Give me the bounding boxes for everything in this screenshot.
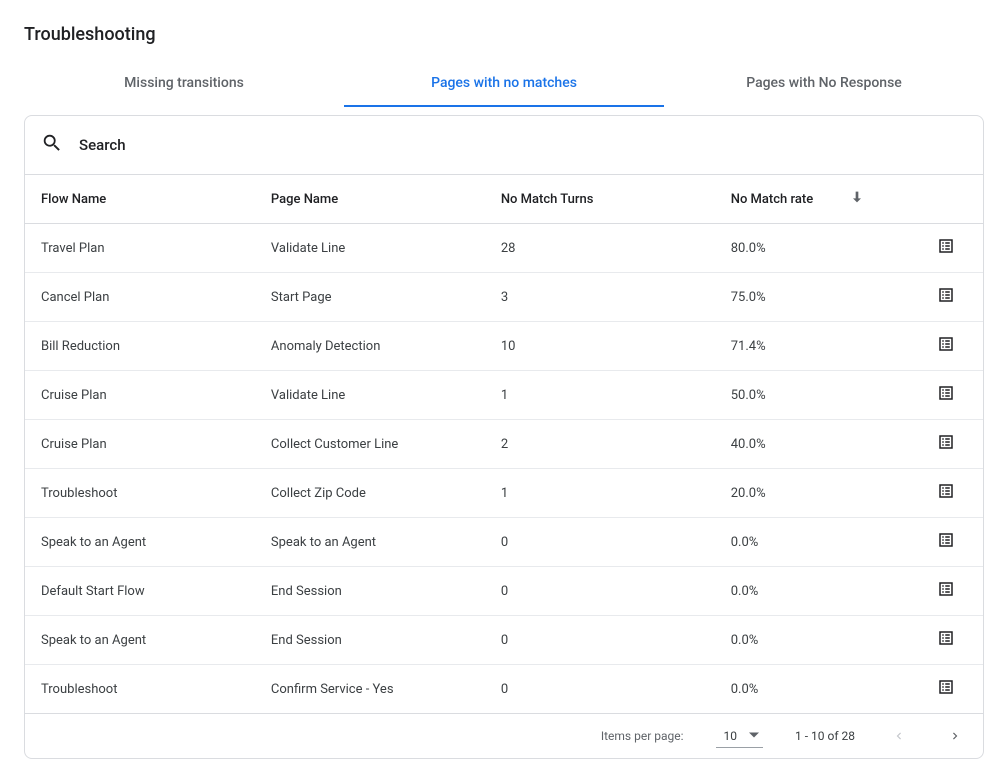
view-details-icon[interactable] bbox=[937, 237, 955, 255]
data-table: Flow Name Page Name No Match Turns No Ma… bbox=[25, 175, 983, 714]
view-details-icon[interactable] bbox=[937, 286, 955, 304]
cell-turns: 0 bbox=[485, 518, 715, 567]
search-bar[interactable]: Search bbox=[25, 116, 983, 175]
cell-action bbox=[906, 518, 983, 567]
cell-action bbox=[906, 420, 983, 469]
cell-action bbox=[906, 469, 983, 518]
column-header-rate[interactable]: No Match rate bbox=[715, 175, 907, 224]
pagination-range: 1 - 10 of 28 bbox=[795, 729, 855, 743]
table-row: TroubleshootCollect Zip Code120.0% bbox=[25, 469, 983, 518]
view-details-icon[interactable] bbox=[937, 433, 955, 451]
cell-flow: Default Start Flow bbox=[25, 567, 255, 616]
cell-rate: 20.0% bbox=[715, 469, 907, 518]
items-per-page-label: Items per page: bbox=[601, 729, 684, 743]
cell-flow: Cancel Plan bbox=[25, 273, 255, 322]
column-header-action bbox=[906, 175, 983, 224]
tab-missing-transitions[interactable]: Missing transitions bbox=[24, 61, 344, 107]
view-details-icon[interactable] bbox=[937, 531, 955, 549]
cell-page: End Session bbox=[255, 616, 485, 665]
cell-page: Collect Zip Code bbox=[255, 469, 485, 518]
cell-page: Start Page bbox=[255, 273, 485, 322]
cell-page: Confirm Service - Yes bbox=[255, 665, 485, 714]
view-details-icon[interactable] bbox=[937, 335, 955, 353]
view-details-icon[interactable] bbox=[937, 580, 955, 598]
cell-rate: 71.4% bbox=[715, 322, 907, 371]
cell-rate: 0.0% bbox=[715, 518, 907, 567]
cell-action bbox=[906, 224, 983, 273]
search-icon bbox=[41, 132, 63, 158]
cell-action bbox=[906, 322, 983, 371]
cell-page: Collect Customer Line bbox=[255, 420, 485, 469]
cell-turns: 0 bbox=[485, 616, 715, 665]
cell-flow: Cruise Plan bbox=[25, 420, 255, 469]
cell-page: Validate Line bbox=[255, 371, 485, 420]
cell-rate: 0.0% bbox=[715, 616, 907, 665]
cell-flow: Troubleshoot bbox=[25, 469, 255, 518]
cell-flow: Speak to an Agent bbox=[25, 616, 255, 665]
cell-flow: Travel Plan bbox=[25, 224, 255, 273]
cell-rate: 0.0% bbox=[715, 567, 907, 616]
cell-page: Anomaly Detection bbox=[255, 322, 485, 371]
cell-page: Speak to an Agent bbox=[255, 518, 485, 567]
cell-action bbox=[906, 567, 983, 616]
table-row: Speak to an AgentSpeak to an Agent00.0% bbox=[25, 518, 983, 567]
cell-turns: 0 bbox=[485, 665, 715, 714]
content-card: Search Flow Name Page Name No Match Turn… bbox=[24, 115, 984, 759]
cell-turns: 1 bbox=[485, 469, 715, 518]
cell-page: Validate Line bbox=[255, 224, 485, 273]
view-details-icon[interactable] bbox=[937, 629, 955, 647]
table-row: Cancel PlanStart Page375.0% bbox=[25, 273, 983, 322]
cell-action bbox=[906, 665, 983, 714]
dropdown-icon bbox=[749, 729, 759, 743]
cell-rate: 0.0% bbox=[715, 665, 907, 714]
cell-flow: Troubleshoot bbox=[25, 665, 255, 714]
cell-flow: Speak to an Agent bbox=[25, 518, 255, 567]
next-page-button[interactable] bbox=[943, 724, 967, 748]
cell-turns: 3 bbox=[485, 273, 715, 322]
table-row: Cruise PlanCollect Customer Line240.0% bbox=[25, 420, 983, 469]
pagination-footer: Items per page: 10 1 - 10 of 28 bbox=[25, 714, 983, 758]
previous-page-button[interactable] bbox=[887, 724, 911, 748]
cell-flow: Cruise Plan bbox=[25, 371, 255, 420]
cell-action bbox=[906, 371, 983, 420]
cell-flow: Bill Reduction bbox=[25, 322, 255, 371]
column-header-rate-label: No Match rate bbox=[731, 192, 813, 207]
table-row: Travel PlanValidate Line2880.0% bbox=[25, 224, 983, 273]
search-input[interactable]: Search bbox=[79, 136, 126, 154]
tabs-container: Missing transitions Pages with no matche… bbox=[24, 61, 984, 107]
tab-pages-no-matches[interactable]: Pages with no matches bbox=[344, 61, 664, 107]
view-details-icon[interactable] bbox=[937, 678, 955, 696]
view-details-icon[interactable] bbox=[937, 384, 955, 402]
table-row: Speak to an AgentEnd Session00.0% bbox=[25, 616, 983, 665]
table-row: Bill ReductionAnomaly Detection1071.4% bbox=[25, 322, 983, 371]
column-header-flow[interactable]: Flow Name bbox=[25, 175, 255, 224]
table-row: TroubleshootConfirm Service - Yes00.0% bbox=[25, 665, 983, 714]
cell-rate: 80.0% bbox=[715, 224, 907, 273]
cell-turns: 10 bbox=[485, 322, 715, 371]
cell-rate: 75.0% bbox=[715, 273, 907, 322]
page-size-selector[interactable]: 10 bbox=[716, 725, 764, 748]
cell-action bbox=[906, 273, 983, 322]
column-header-page[interactable]: Page Name bbox=[255, 175, 485, 224]
table-row: Default Start FlowEnd Session00.0% bbox=[25, 567, 983, 616]
cell-rate: 40.0% bbox=[715, 420, 907, 469]
cell-action bbox=[906, 616, 983, 665]
column-header-turns[interactable]: No Match Turns bbox=[485, 175, 715, 224]
cell-turns: 0 bbox=[485, 567, 715, 616]
page-title: Troubleshooting bbox=[24, 24, 984, 45]
cell-turns: 28 bbox=[485, 224, 715, 273]
cell-turns: 2 bbox=[485, 420, 715, 469]
tab-pages-no-response[interactable]: Pages with No Response bbox=[664, 61, 984, 107]
cell-page: End Session bbox=[255, 567, 485, 616]
page-size-value: 10 bbox=[724, 729, 738, 743]
view-details-icon[interactable] bbox=[937, 482, 955, 500]
sort-descending-icon bbox=[849, 189, 865, 209]
cell-rate: 50.0% bbox=[715, 371, 907, 420]
cell-turns: 1 bbox=[485, 371, 715, 420]
table-row: Cruise PlanValidate Line150.0% bbox=[25, 371, 983, 420]
